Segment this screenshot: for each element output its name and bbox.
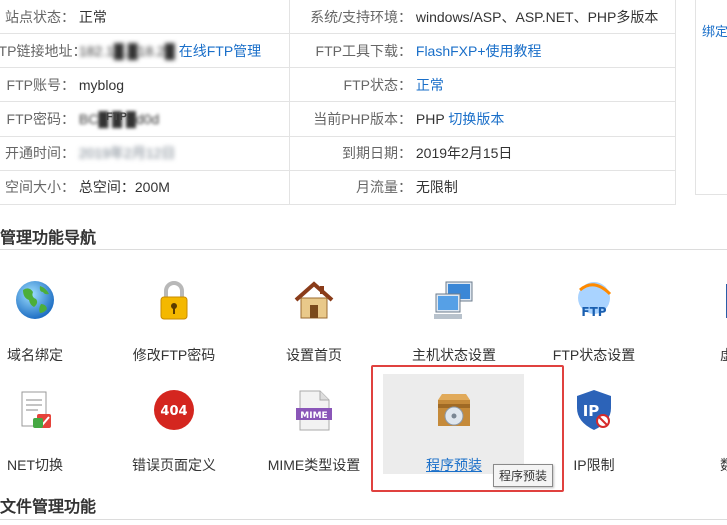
tool-label: 虚拟	[649, 345, 727, 365]
svg-text:MIME: MIME	[300, 411, 327, 421]
document-icon	[21, 391, 51, 428]
php-version-label: 当前PHP版本：	[313, 111, 412, 128]
monthly-traffic-value: 无限制	[415, 179, 458, 196]
environment-label: 系统/支持环境：	[310, 8, 412, 25]
site-status-value: 正常	[78, 8, 107, 25]
tool-domain-binding[interactable]: 域名绑定	[0, 278, 100, 378]
book-icon	[726, 284, 727, 318]
file-management-title: 文件管理功能	[0, 499, 97, 516]
expire-date-label: 到期日期：	[342, 145, 412, 162]
tool-net-switch[interactable]: NET切换	[0, 388, 100, 488]
table-row: 站点状态： 正常 系统/支持环境： windows/ASP、ASP.NET、PH…	[0, 0, 676, 35]
space-size-value: 总空间：200M	[78, 179, 170, 196]
table-row: 开通时间： 2019年2月12日 到期日期： 2019年2月15日	[0, 135, 676, 171]
globe-icon	[16, 281, 54, 319]
php-version-value: PHP	[415, 111, 445, 128]
flashfxp-tutorial-link[interactable]: FlashFXP+使用教程	[416, 43, 542, 59]
ftp-account-value: myblog	[78, 76, 125, 93]
ftp-globe-icon: FTP	[578, 282, 612, 319]
expire-date-value: 2019年2月15日	[415, 145, 513, 162]
divider	[0, 249, 727, 250]
computer-icon	[434, 281, 473, 319]
ftp-tool-download-label: FTP工具下载：	[315, 42, 412, 59]
divider	[0, 519, 727, 520]
ftp-status-label: FTP状态：	[343, 76, 412, 93]
error-404-icon: 404	[154, 390, 194, 430]
tool-mime-type[interactable]: MIME MIME类型设置	[249, 388, 379, 488]
switch-version-link[interactable]: 切换版本	[448, 111, 504, 127]
tooltip: 程序预装	[493, 464, 554, 487]
table-row: 空间大小： 总空间：200M 月流量： 无限制	[0, 169, 676, 206]
ip-shield-icon: IP	[577, 390, 611, 430]
site-status-label: 站点状态：	[5, 8, 75, 25]
ftp-status-link[interactable]: 正常	[416, 77, 444, 93]
table-row: FTP账号： myblog FTP状态： 正常	[0, 67, 676, 103]
tool-error-page[interactable]: 404 错误页面定义	[109, 388, 239, 488]
space-size-label: 空间大小：	[5, 179, 75, 196]
tool-virtual[interactable]: 虚拟	[669, 278, 727, 378]
side-bind-link[interactable]: 绑定	[702, 21, 727, 40]
table-row: FTP密码： BC█ █ █d0d FTP: 当前PHP版本： PHP 切换版本	[0, 101, 676, 137]
ftp-password-label: FTP密码：	[6, 111, 75, 128]
padlock-icon	[160, 281, 188, 320]
mime-file-icon: MIME	[296, 390, 332, 431]
package-disc-icon	[438, 394, 470, 426]
ftp-address-label: FTP链接地址：	[1, 42, 87, 59]
monthly-traffic-label: 月流量：	[356, 179, 412, 196]
house-icon	[294, 281, 334, 319]
site-info-table: 站点状态： 正常 系统/支持环境： windows/ASP、ASP.NET、PH…	[0, 0, 676, 206]
environment-value: windows/ASP、ASP.NET、PHP多版本	[415, 8, 659, 25]
ftp-address-value: 182.1█.█18.2█	[78, 42, 175, 59]
open-date-value: 2019年2月12日	[78, 145, 176, 162]
tool-label: 数据	[649, 455, 727, 475]
svg-text:404: 404	[160, 404, 187, 419]
tool-set-homepage[interactable]: 设置首页	[249, 278, 379, 378]
tool-host-status[interactable]: 主机状态设置	[389, 278, 519, 378]
table-row: FTP链接地址： 182.1█.█18.2█ 在线FTP管理 FTP工具下载： …	[0, 33, 676, 69]
database-icon	[712, 388, 727, 432]
online-ftp-manage-link[interactable]: 在线FTP管理	[179, 43, 261, 59]
open-date-label: 开通时间：	[5, 145, 75, 162]
side-panel: 绑定	[695, 0, 727, 195]
ftp-account-label: FTP账号：	[6, 76, 75, 93]
tool-ftp-status[interactable]: FTP FTP状态设置	[529, 278, 659, 378]
management-nav-title: 管理功能导航	[0, 230, 97, 247]
password-overlay-text: FTP:	[106, 111, 131, 124]
svg-text:FTP: FTP	[581, 305, 606, 319]
tool-change-ftp-password[interactable]: 修改FTP密码	[109, 278, 239, 378]
svg-text:IP: IP	[583, 402, 600, 420]
tool-database[interactable]: 数据	[669, 388, 727, 488]
